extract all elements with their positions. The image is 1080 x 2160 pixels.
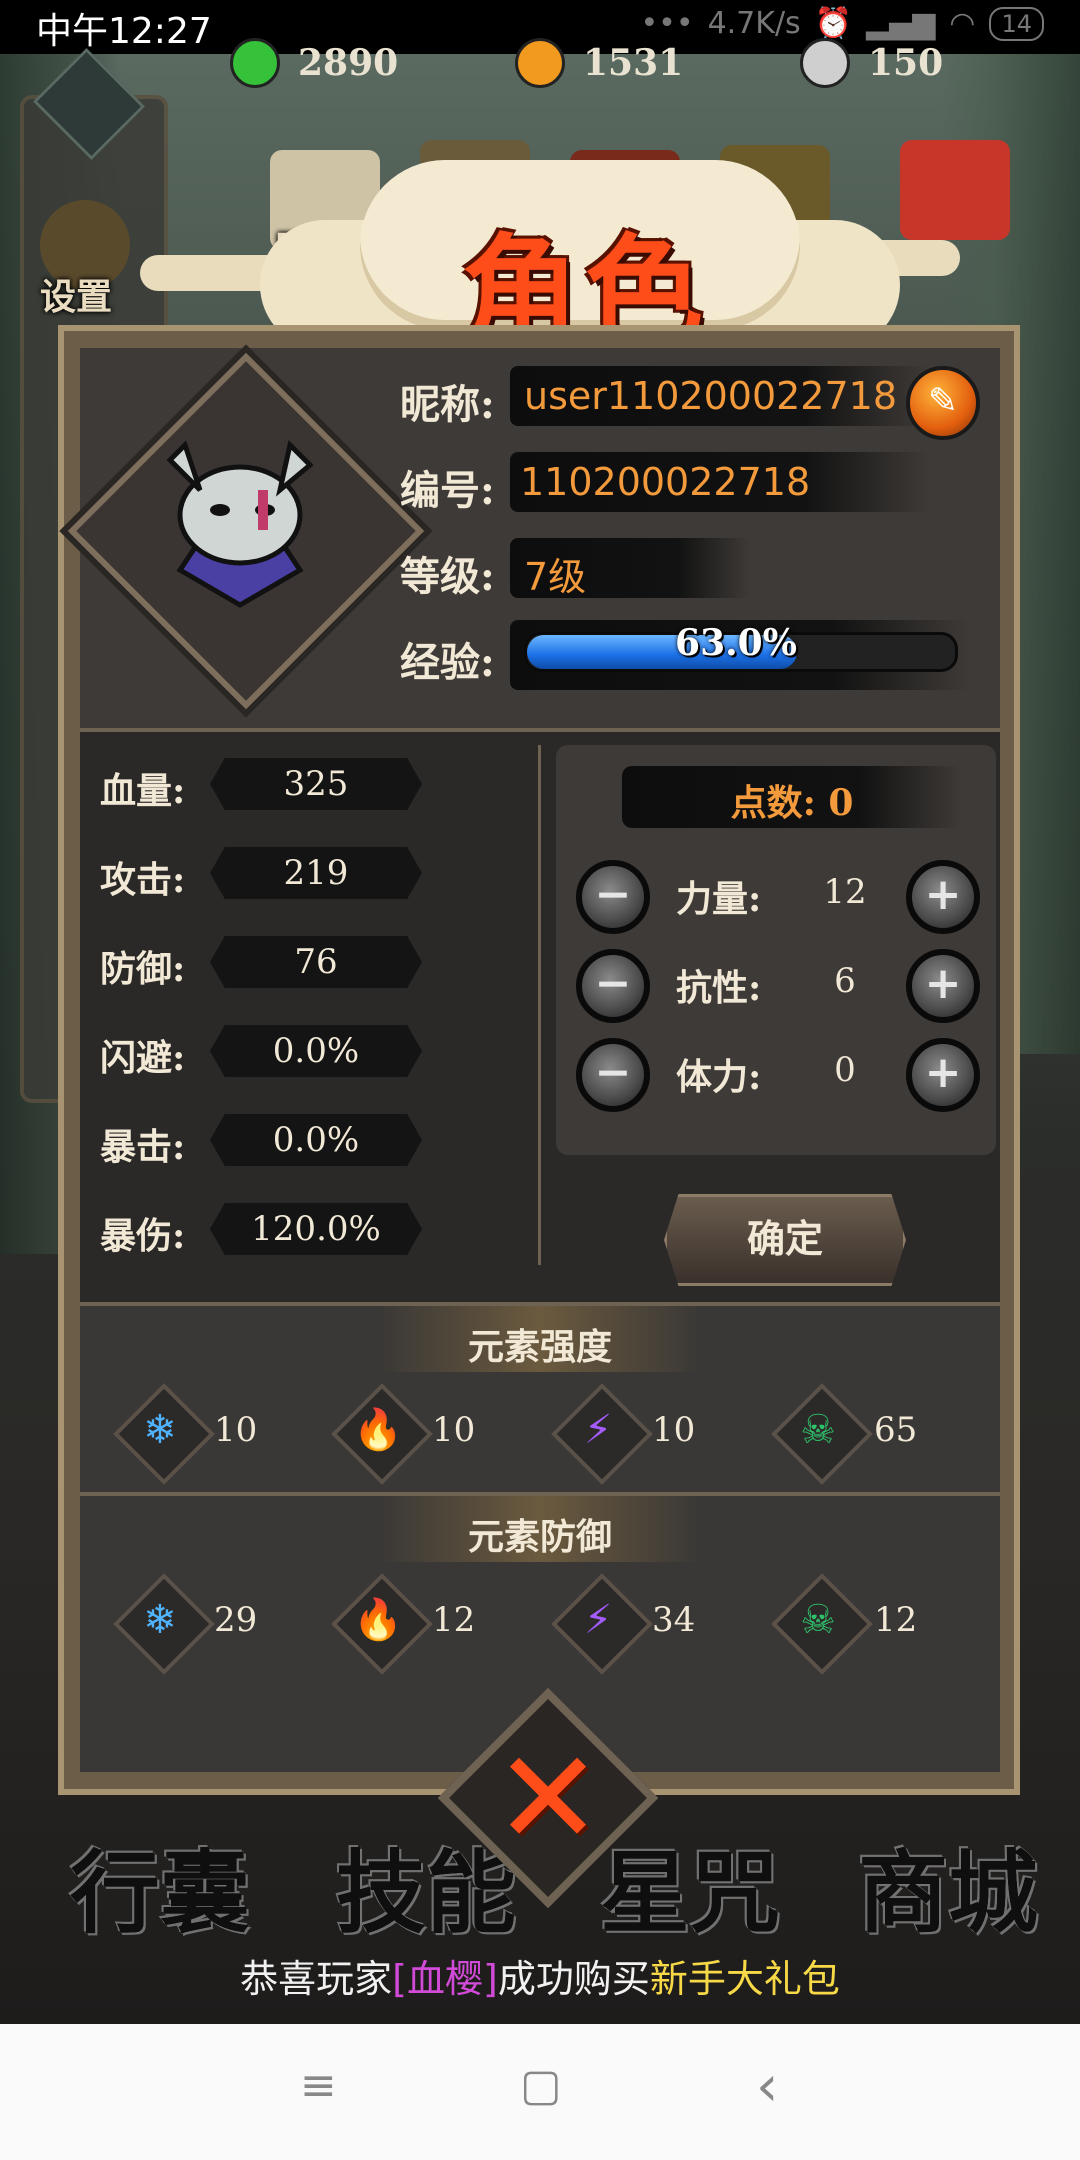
points-title: 点数: 0 <box>730 782 854 824</box>
settings-label: 设置 <box>40 276 113 318</box>
lightning-icon: ⚡ <box>583 1407 613 1453</box>
level-label: 等级: <box>400 553 495 600</box>
currency-value: 2890 <box>298 42 399 84</box>
stat-label-attack: 攻击: <box>100 859 186 901</box>
pencil-icon: ✎ <box>927 381 959 422</box>
close-button[interactable]: ✕ <box>470 1720 626 1876</box>
xp-label: 经验: <box>400 639 495 686</box>
stat-value-crit-damage: 120.0% <box>251 1209 381 1249</box>
attr-label-strength: 力量: <box>676 878 762 920</box>
gift-box-icon[interactable] <box>900 140 1010 240</box>
minus-icon: − <box>594 1047 632 1098</box>
nav-shop[interactable]: 商城 <box>858 1820 1038 1950</box>
lightning-icon: ⚡ <box>583 1597 613 1643</box>
net-speed: 4.7K/s <box>707 6 801 41</box>
poison-skull-icon: ☠ <box>800 1597 836 1643</box>
element-defense-title: 元素防御 <box>467 1516 612 1558</box>
poison-strength-value: 65 <box>874 1410 918 1450</box>
level-value: 7级 <box>524 555 587 599</box>
nickname-label: 昵称: <box>400 381 495 428</box>
battery-icon: 14 <box>989 6 1044 41</box>
stat-label-hp: 血量: <box>100 770 186 812</box>
avatar <box>166 440 314 608</box>
more-dots-icon: ••• <box>640 6 694 41</box>
stat-value-crit: 0.0% <box>272 1120 360 1160</box>
id-label: 编号: <box>400 467 495 514</box>
attr-label-stamina: 体力: <box>676 1056 762 1098</box>
stat-label-defense: 防御: <box>100 948 186 990</box>
currency-jade: 2890 <box>230 38 399 88</box>
status-time: 中午12:27 <box>36 11 212 52</box>
resistance-plus-button[interactable]: + <box>906 949 980 1023</box>
resistance-minus-button[interactable]: − <box>576 949 650 1023</box>
fire-strength-value: 10 <box>432 1410 476 1450</box>
stat-label-dodge: 闪避: <box>100 1037 186 1079</box>
minus-icon: − <box>594 958 632 1009</box>
stamina-plus-button[interactable]: + <box>906 1038 980 1112</box>
gold-coin-icon <box>515 38 565 88</box>
alarm-icon: ⏰ <box>814 6 853 41</box>
signal-icon: ▂▄▆ <box>866 6 936 41</box>
currency-value: 1531 <box>583 42 684 84</box>
nav-star-spell[interactable]: 星咒 <box>600 1820 780 1950</box>
announcement-marquee: 恭喜玩家[血樱]成功购买新手大礼包 <box>0 1948 1080 2003</box>
stat-label-crit: 暴击: <box>100 1126 186 1168</box>
fire-defense-value: 12 <box>432 1600 476 1640</box>
stamina-minus-button[interactable]: − <box>576 1038 650 1112</box>
marquee-prefix: 恭喜玩家 <box>240 1957 393 2001</box>
stat-value-dodge: 0.0% <box>272 1031 360 1071</box>
ice-icon: ❄ <box>143 1407 177 1453</box>
nav-bag[interactable]: 行囊 <box>70 1820 250 1950</box>
edit-nickname-button[interactable]: ✎ <box>906 366 980 440</box>
system-nav-bar: ≡ ▢ ‹ <box>0 2024 1080 2160</box>
attr-value-resistance: 6 <box>834 961 856 1001</box>
plus-icon: + <box>924 869 962 920</box>
poison-defense-value: 12 <box>874 1600 918 1640</box>
ice-defense-value: 29 <box>214 1600 258 1640</box>
green-jade-icon <box>230 38 280 88</box>
menu-icon[interactable]: ≡ <box>300 2060 337 2111</box>
fire-icon: 🔥 <box>353 1597 403 1643</box>
strength-minus-button[interactable]: − <box>576 860 650 934</box>
ice-icon: ❄ <box>143 1597 177 1643</box>
plus-icon: + <box>924 958 962 1009</box>
currency-gold: 1531 <box>515 38 684 88</box>
id-value: 110200022718 <box>520 460 811 504</box>
element-strength-title: 元素强度 <box>467 1326 612 1368</box>
strength-plus-button[interactable]: + <box>906 860 980 934</box>
minus-icon: − <box>594 869 632 920</box>
plus-icon: + <box>924 1047 962 1098</box>
attr-value-strength: 12 <box>823 872 867 912</box>
wifi-icon: ◠ <box>949 6 976 41</box>
marquee-player: [血樱] <box>392 1957 498 2001</box>
status-icons: ••• 4.7K/s ⏰ ▂▄▆ ◠ 14 <box>640 6 1044 41</box>
nickname-value: user110200022718 <box>524 374 898 418</box>
stat-value-attack: 219 <box>283 853 349 893</box>
home-icon[interactable]: ▢ <box>520 2060 562 2111</box>
silver-orb-icon <box>800 38 850 88</box>
back-icon[interactable]: ‹ <box>756 2054 778 2119</box>
attr-label-resistance: 抗性: <box>676 967 762 1009</box>
lightning-strength-value: 10 <box>652 1410 696 1450</box>
fire-icon: 🔥 <box>353 1407 403 1453</box>
currency-silver: 150 <box>800 38 944 88</box>
currency-value: 150 <box>868 42 944 84</box>
vertical-divider <box>538 745 541 1265</box>
xp-percent: 63.0% <box>675 622 797 664</box>
lightning-defense-value: 34 <box>652 1600 696 1640</box>
marquee-middle: 成功购买 <box>497 1957 650 2001</box>
stat-label-crit-damage: 暴伤: <box>100 1215 186 1257</box>
attr-value-stamina: 0 <box>834 1050 856 1090</box>
confirm-button[interactable]: 确定 <box>664 1194 906 1286</box>
stat-value-defense: 76 <box>294 942 338 982</box>
stat-value-hp: 325 <box>283 764 349 804</box>
marquee-item: 新手大礼包 <box>649 1957 840 2001</box>
ice-strength-value: 10 <box>214 1410 258 1450</box>
poison-skull-icon: ☠ <box>800 1407 836 1453</box>
